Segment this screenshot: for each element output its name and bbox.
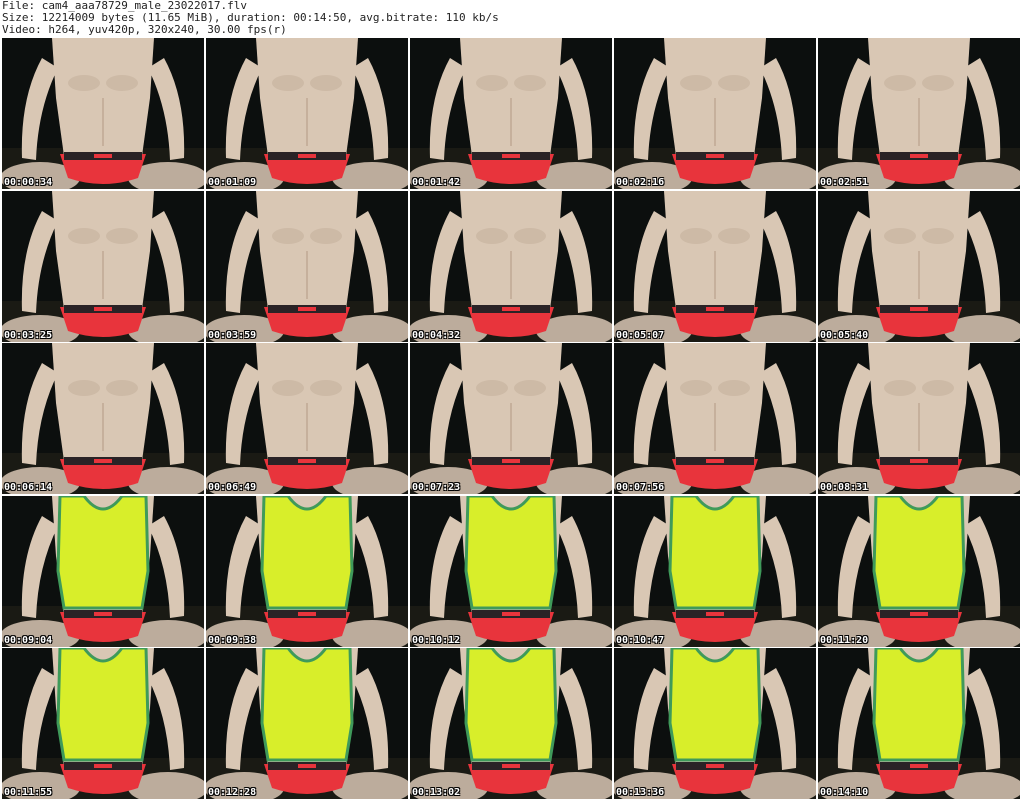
video-thumbnail: 00:11:55 xyxy=(2,648,204,799)
video-thumbnail: 00:13:02 xyxy=(410,648,612,799)
thumbnail-timestamp: 00:13:02 xyxy=(412,787,461,798)
video-thumbnail: 00:07:23 xyxy=(410,343,612,494)
video-thumbnail: 00:06:14 xyxy=(2,343,204,494)
thumbnail-frame-image xyxy=(818,343,1020,494)
thumbnail-grid: 00:00:34 00:01:09 00:01:42 00:02:16 00:02:51… xyxy=(2,38,1022,799)
thumbnail-frame-image xyxy=(410,190,612,342)
thumbnail-frame-image xyxy=(614,190,816,342)
thumbnail-frame-image xyxy=(410,343,612,494)
video-thumbnail: 00:02:51 xyxy=(818,38,1020,189)
thumbnail-timestamp: 00:07:56 xyxy=(616,482,665,493)
thumbnail-frame-image xyxy=(2,343,204,494)
video-thumbnail: 00:09:38 xyxy=(206,495,408,647)
video-thumbnail: 00:00:34 xyxy=(2,38,204,189)
thumbnail-timestamp: 00:03:59 xyxy=(208,329,257,341)
thumbnail-timestamp: 00:01:42 xyxy=(412,177,461,188)
thumbnail-timestamp: 00:05:07 xyxy=(616,329,665,341)
thumbnail-timestamp: 00:06:14 xyxy=(4,482,53,493)
thumbnail-timestamp: 00:02:16 xyxy=(616,177,665,188)
video-thumbnail: 00:14:10 xyxy=(818,648,1020,799)
thumbnail-frame-image xyxy=(206,343,408,494)
thumbnail-frame-image xyxy=(206,495,408,647)
thumbnail-frame-image xyxy=(2,648,204,799)
video-thumbnail: 00:10:47 xyxy=(614,495,816,647)
thumbnail-frame-image xyxy=(614,343,816,494)
video-info-line: Video: h264, yuv420p, 320x240, 30.00 fps… xyxy=(2,23,287,36)
thumbnail-frame-image xyxy=(614,38,816,189)
thumbnail-timestamp: 00:13:36 xyxy=(616,787,665,798)
thumbnail-frame-image xyxy=(206,648,408,799)
thumbnail-timestamp: 00:00:34 xyxy=(4,177,53,188)
thumbnail-frame-image xyxy=(614,648,816,799)
video-thumbnail: 00:07:56 xyxy=(614,343,816,494)
thumbnail-timestamp: 00:14:10 xyxy=(820,787,869,798)
video-thumbnail: 00:09:04 xyxy=(2,495,204,647)
video-thumbnail: 00:06:49 xyxy=(206,343,408,494)
thumbnail-frame-image xyxy=(410,648,612,799)
video-thumbnail: 00:05:07 xyxy=(614,190,816,342)
thumbnail-timestamp: 00:06:49 xyxy=(208,482,257,493)
file-info-header: File: cam4_aaa78729_male_23022017.flv Si… xyxy=(2,0,499,36)
thumbnail-frame-image xyxy=(206,38,408,189)
thumbnail-timestamp: 00:11:20 xyxy=(820,634,869,646)
thumbnail-timestamp: 00:12:28 xyxy=(208,787,257,798)
video-thumbnail: 00:12:28 xyxy=(206,648,408,799)
thumbnail-frame-image xyxy=(818,495,1020,647)
video-thumbnail: 00:02:16 xyxy=(614,38,816,189)
video-thumbnail: 00:03:25 xyxy=(2,190,204,342)
thumbnail-timestamp: 00:01:09 xyxy=(208,177,257,188)
thumbnail-timestamp: 00:09:38 xyxy=(208,634,257,646)
video-thumbnail: 00:05:40 xyxy=(818,190,1020,342)
thumbnail-frame-image xyxy=(818,648,1020,799)
video-thumbnail: 00:11:20 xyxy=(818,495,1020,647)
thumbnail-frame-image xyxy=(410,38,612,189)
video-thumbnail: 00:10:12 xyxy=(410,495,612,647)
thumbnail-timestamp: 00:02:51 xyxy=(820,177,869,188)
video-thumbnail: 00:13:36 xyxy=(614,648,816,799)
thumbnail-frame-image xyxy=(2,38,204,189)
thumbnail-frame-image xyxy=(2,495,204,647)
thumbnail-frame-image xyxy=(818,190,1020,342)
thumbnail-timestamp: 00:10:12 xyxy=(412,634,461,646)
video-thumbnail: 00:01:09 xyxy=(206,38,408,189)
thumbnail-timestamp: 00:10:47 xyxy=(616,634,665,646)
thumbnail-frame-image xyxy=(614,495,816,647)
thumbnail-timestamp: 00:08:31 xyxy=(820,482,869,493)
thumbnail-timestamp: 00:05:40 xyxy=(820,329,869,341)
thumbnail-timestamp: 00:11:55 xyxy=(4,787,53,798)
thumbnail-timestamp: 00:03:25 xyxy=(4,329,53,341)
video-thumbnail: 00:01:42 xyxy=(410,38,612,189)
thumbnail-timestamp: 00:09:04 xyxy=(4,634,53,646)
video-thumbnail: 00:08:31 xyxy=(818,343,1020,494)
thumbnail-timestamp: 00:04:32 xyxy=(412,329,461,341)
video-thumbnail: 00:03:59 xyxy=(206,190,408,342)
thumbnail-frame-image xyxy=(2,190,204,342)
thumbnail-frame-image xyxy=(818,38,1020,189)
thumbnail-frame-image xyxy=(410,495,612,647)
thumbnail-frame-image xyxy=(206,190,408,342)
thumbnail-timestamp: 00:07:23 xyxy=(412,482,461,493)
video-thumbnail: 00:04:32 xyxy=(410,190,612,342)
